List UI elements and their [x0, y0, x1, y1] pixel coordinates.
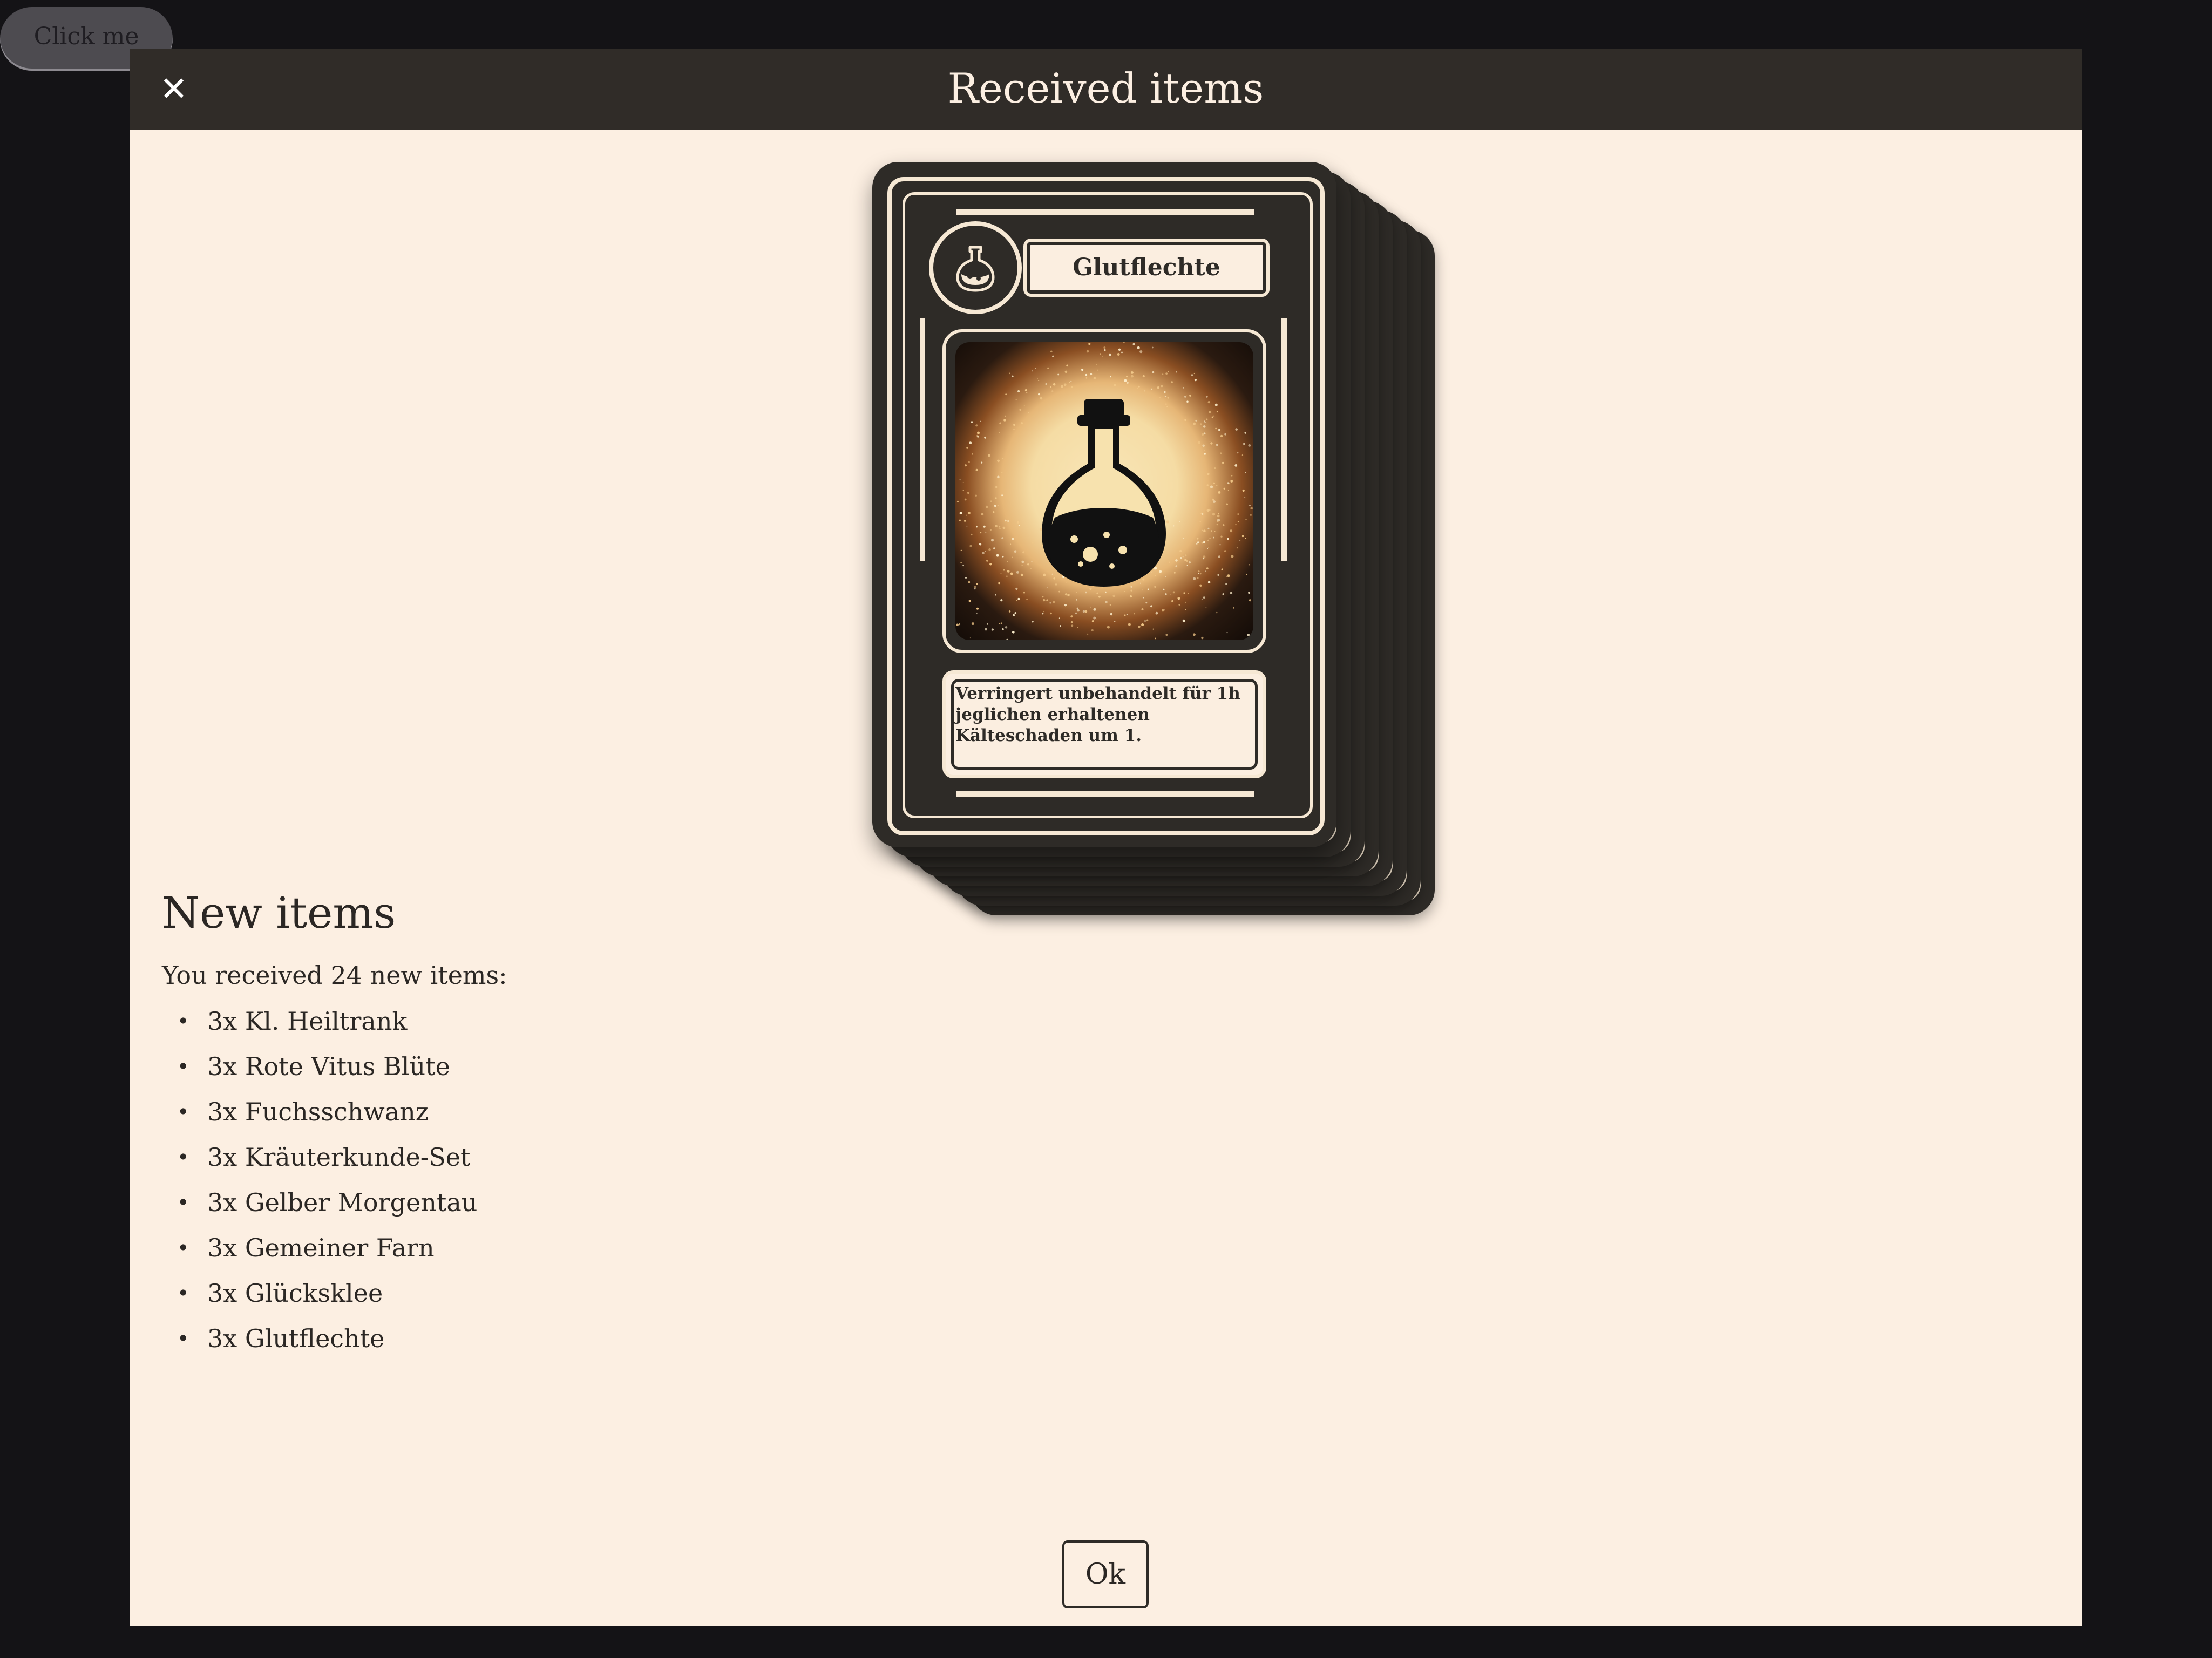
- list-item-label: 3x Kl. Heiltrank: [207, 1007, 408, 1036]
- card-name: Glutflechte: [1023, 239, 1270, 297]
- close-button[interactable]: ✕: [152, 67, 195, 111]
- bullet-icon: •: [177, 1281, 189, 1305]
- list-item-label: 3x Rote Vitus Blüte: [207, 1052, 450, 1081]
- bullet-icon: •: [177, 1100, 189, 1124]
- new-items-heading: New items: [162, 888, 396, 938]
- potion-bottle-illustration: [955, 342, 1253, 640]
- potion-icon: [929, 221, 1022, 314]
- list-item-label: 3x Kräuterkunde-Set: [207, 1143, 471, 1172]
- dialog-title: Received items: [947, 64, 1264, 112]
- click-me-label: Click me: [33, 23, 139, 50]
- item-card[interactable]: Glutflechte Verringert unbehandelt für 1…: [872, 162, 1336, 847]
- list-item-label: 3x Fuchsschwanz: [207, 1097, 429, 1126]
- list-item: • 3x Fuchsschwanz: [162, 1096, 477, 1141]
- list-item-label: 3x Glücksklee: [207, 1279, 383, 1308]
- bullet-icon: •: [177, 1236, 189, 1260]
- card-description: Verringert unbehandelt für 1h jeglichen …: [955, 684, 1240, 745]
- list-item: • 3x Glücksklee: [162, 1277, 477, 1322]
- close-icon: ✕: [160, 69, 188, 108]
- list-item-label: 3x Gemeiner Farn: [207, 1233, 435, 1262]
- dialog-header: Received items ✕: [130, 49, 2082, 130]
- received-items-dialog: Received items ✕ Glutflechte Verringert …: [130, 49, 2082, 1626]
- list-item: • 3x Glutflechte: [162, 1322, 477, 1368]
- list-item: • 3x Gelber Morgentau: [162, 1186, 477, 1232]
- list-item-label: 3x Glutflechte: [207, 1324, 385, 1353]
- new-items-intro: You received 24 new items:: [162, 961, 507, 990]
- list-item-label: 3x Gelber Morgentau: [207, 1188, 478, 1217]
- list-item: • 3x Kl. Heiltrank: [162, 1005, 477, 1050]
- bullet-icon: •: [177, 1009, 189, 1033]
- bullet-icon: •: [177, 1145, 189, 1169]
- card-description-box: Verringert unbehandelt für 1h jeglichen …: [942, 670, 1266, 778]
- list-item: • 3x Gemeiner Farn: [162, 1232, 477, 1277]
- card-stack: Glutflechte Verringert unbehandelt für 1…: [872, 162, 1628, 918]
- ok-button[interactable]: Ok: [1062, 1540, 1149, 1608]
- bullet-icon: •: [177, 1327, 189, 1350]
- card-artwork-frame: [942, 329, 1266, 653]
- list-item: • 3x Rote Vitus Blüte: [162, 1050, 477, 1096]
- list-item: • 3x Kräuterkunde-Set: [162, 1141, 477, 1186]
- bullet-icon: •: [177, 1055, 189, 1078]
- bullet-icon: •: [177, 1191, 189, 1214]
- new-items-list: • 3x Kl. Heiltrank • 3x Rote Vitus Blüte • 3x…: [162, 1005, 477, 1368]
- bottle-icon: [1042, 399, 1166, 587]
